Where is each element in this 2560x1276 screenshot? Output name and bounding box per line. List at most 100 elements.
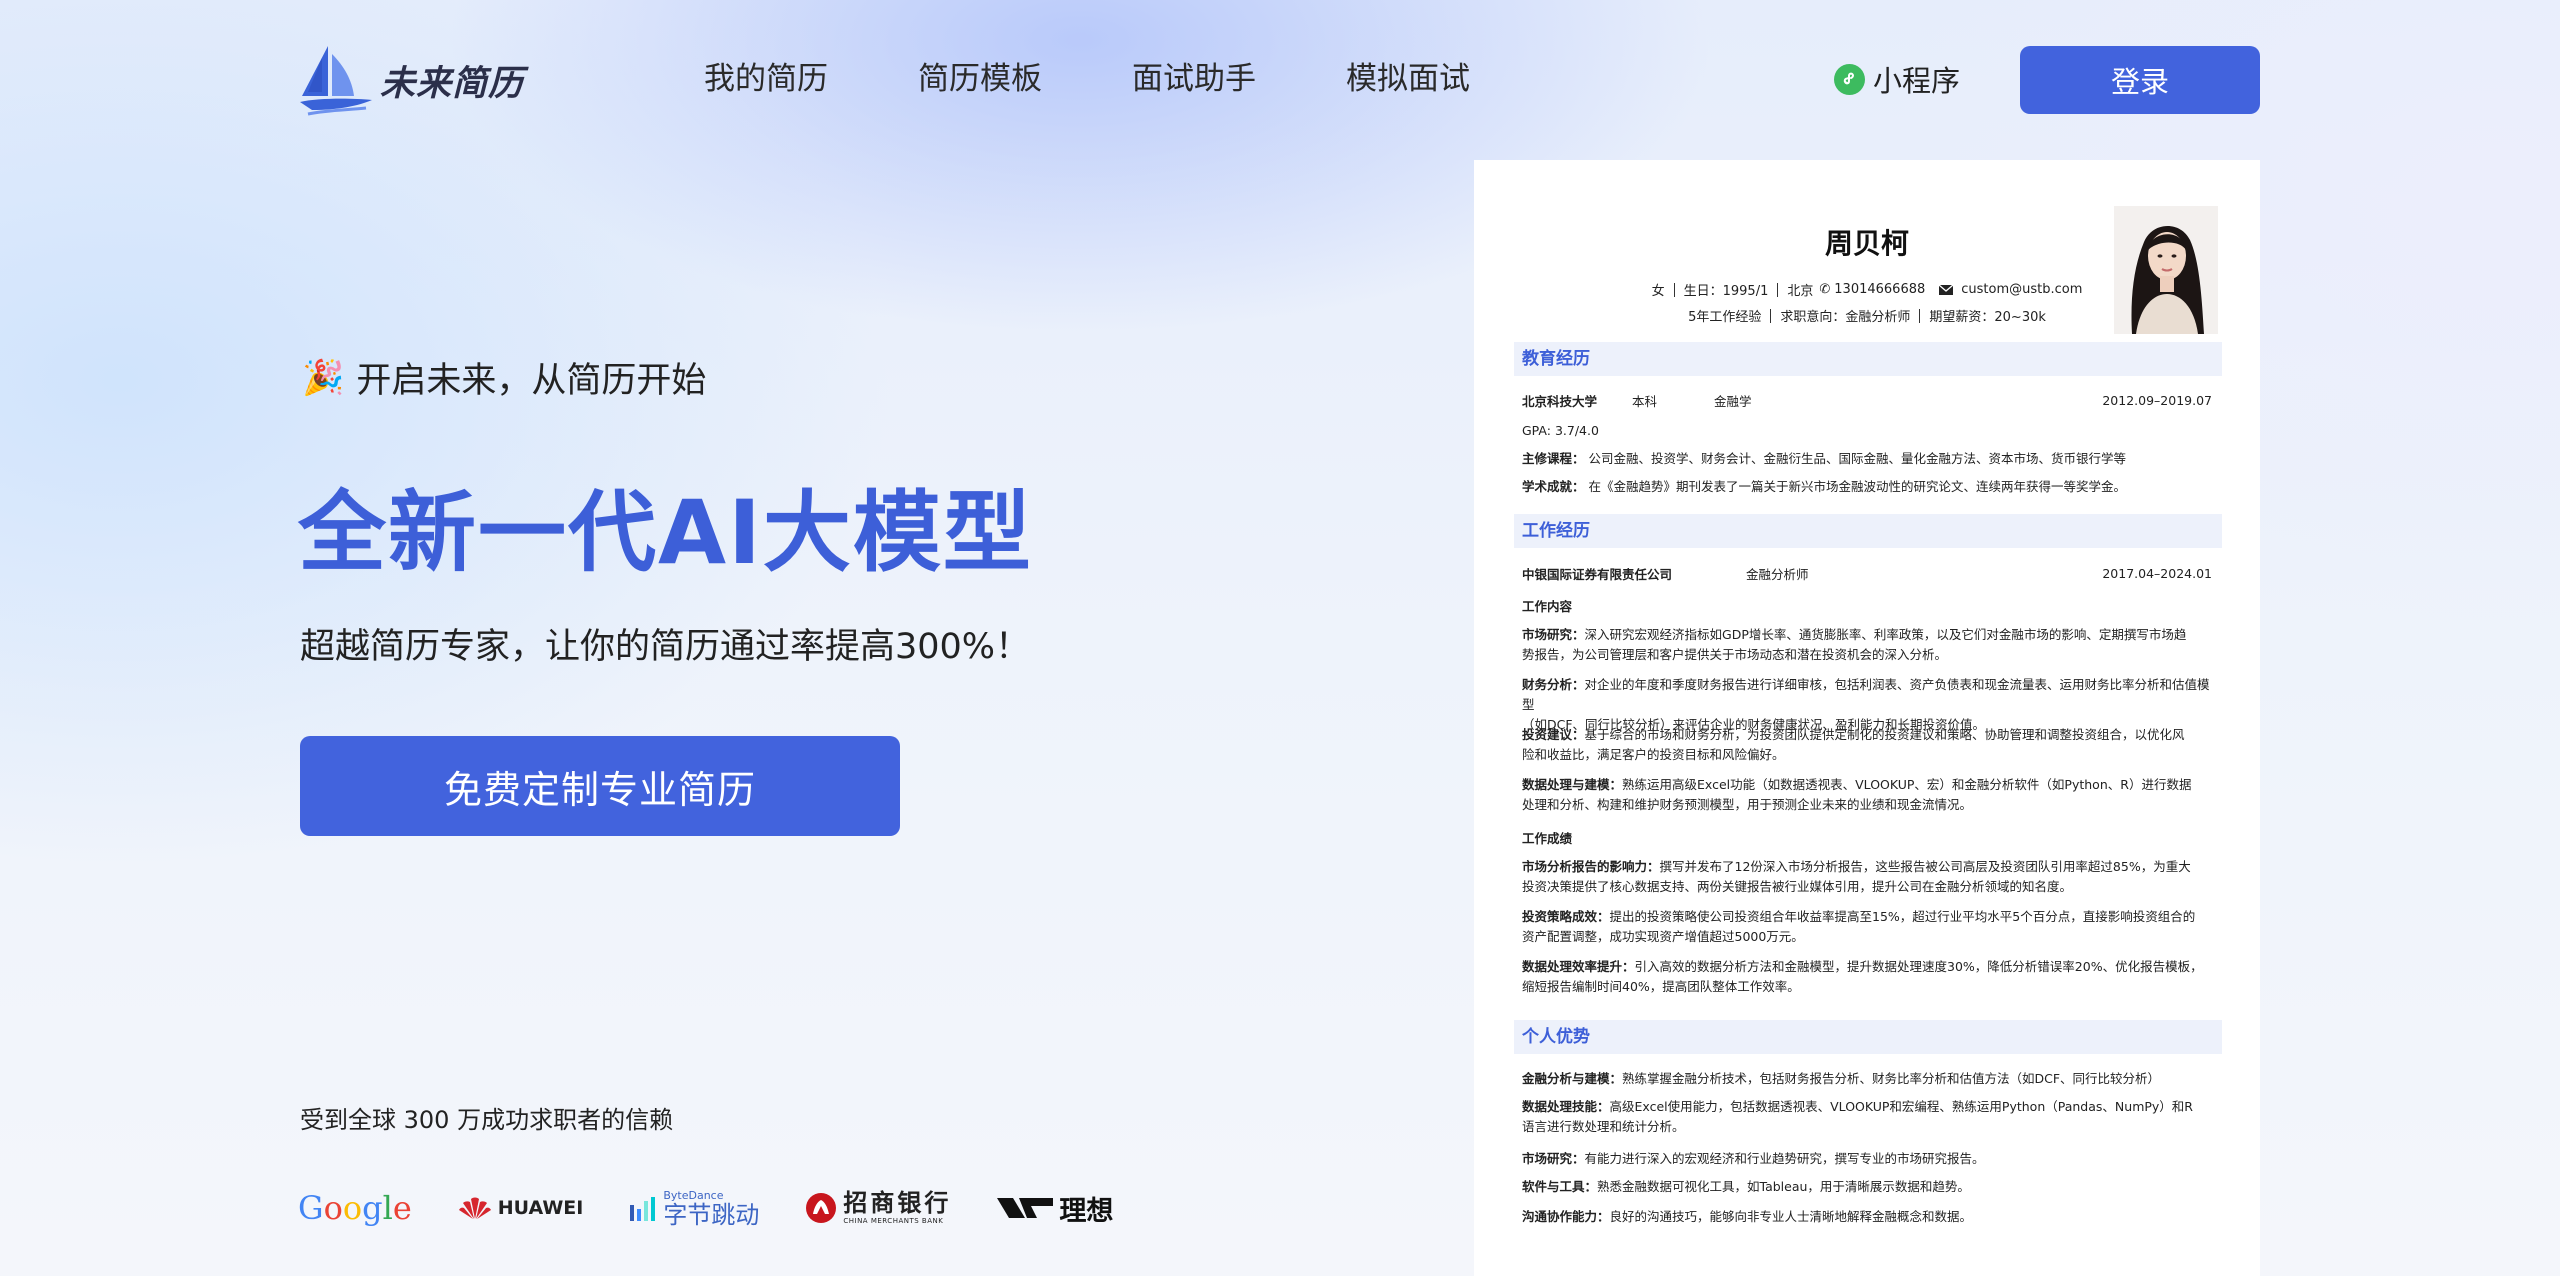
google-letter: e <box>392 1189 412 1227</box>
awards-label: 学术成就： <box>1522 479 1585 494</box>
lixiang-text: 理想 <box>1059 1195 1114 1227</box>
strength-label: 沟通协作能力： <box>1522 1209 1610 1224</box>
results-title-text: 工作成绩 <box>1522 831 1573 846</box>
nav-mock-interview[interactable]: 模拟面试 <box>1346 58 1470 100</box>
work-result-label: 市场分析报告的影响力： <box>1522 859 1660 874</box>
create-resume-button[interactable]: 免费定制专业简历 <box>300 736 900 836</box>
huawei-flower-icon <box>458 1197 491 1219</box>
bytedance-bars-icon <box>630 1197 656 1221</box>
hero-subline: 超越简历专家，让你的简历通过率提高300%！ <box>300 627 1031 667</box>
work-result-text: 提出的投资策略使公司投资组合年收益率提高至15%，超过行业平均水平5个百分点，直… <box>1609 909 2196 924</box>
cmb-emblem-icon <box>806 1193 837 1223</box>
work-item-text: 处理和分析、构建和维护财务预测模型，用于预测企业未来的业绩和现金流情况。 <box>1522 797 1973 812</box>
resume-email: custom@ustb.com <box>1961 282 2083 297</box>
partner-logos: Google HUAWEI ByteDance 字节跳动 招商银行 CHINA … <box>298 1184 1159 1232</box>
edu-school: 北京科技大学 <box>1522 394 1598 409</box>
mini-program-icon <box>1834 63 1865 95</box>
google-letter: l <box>382 1189 393 1227</box>
strength-text: 熟悉金融数据可视化工具，如Tableau，用于清晰展示数据和趋势。 <box>1597 1179 1970 1194</box>
mini-program-label: 小程序 <box>1873 64 1961 98</box>
nav-resume-templates[interactable]: 简历模板 <box>918 58 1042 100</box>
work-result-label: 投资策略成效： <box>1522 909 1610 924</box>
gpa-label: GPA: <box>1522 423 1551 438</box>
strength-item: 市场研究：有能力进行深入的宏观经济和行业趋势研究，撰写专业的市场研究报告。 <box>1522 1149 2214 1169</box>
google-letter: G <box>298 1189 324 1227</box>
google-logo: Google <box>298 1189 412 1227</box>
brand-name: 未来简历 <box>380 63 525 104</box>
work-item-text: 势报告，为公司管理层和客户提供关于市场动态和潜在投资机会的深入分析。 <box>1522 647 1948 662</box>
resume-phone: 13014666688 <box>1834 282 1926 297</box>
nav-interview-assistant[interactable]: 面试助手 <box>1132 58 1256 100</box>
resume-preview-card: 周贝柯 女 生日：1995/1 北京 ✆ 13014666688 custom@… <box>1474 160 2260 1276</box>
strength-text: 良好的沟通技巧，能够向非专业人士清晰地解释金融概念和数据。 <box>1609 1209 1973 1224</box>
courses-value: 公司金融、投资学、财务会计、金融衍生品、国际金融、量化金融方法、资本市场、货币银… <box>1588 451 2127 466</box>
work-result-text: 引入高效的数据分析方法和金融模型，提升数据处理速度30%，降低分析错误率20%、… <box>1634 959 2203 974</box>
mini-program-link[interactable]: 小程序 <box>1834 58 1960 100</box>
bytedance-cn-text: 字节跳动 <box>663 1200 760 1229</box>
work-result-text: 投资决策提供了核心数据支持、两份关键报告被行业媒体引用，提升公司在金融分析领域的… <box>1522 879 2073 894</box>
main-nav: 我的简历 简历模板 面试助手 模拟面试 <box>704 58 1560 100</box>
party-popper-icon: 🎉 <box>302 357 345 398</box>
resume-experience: 5年工作经验 <box>1688 310 1762 325</box>
work-result: 数据处理效率提升：引入高效的数据分析方法和金融模型，提升数据处理速度30%，降低… <box>1522 957 2214 997</box>
work-item-text: 基于综合的市场和财务分析，为投资团队提供定制化的投资建议和策略、协助管理和调整投… <box>1584 727 2185 742</box>
work-role: 金融分析师 <box>1746 567 1809 582</box>
portrait-image <box>2114 206 2218 334</box>
edu-courses-row: 主修课程： 公司金融、投资学、财务会计、金融衍生品、国际金融、量化金融方法、资本… <box>1522 449 2214 469</box>
work-item-label: 财务分析： <box>1522 677 1585 692</box>
strength-text: 语言进行数处理和统计分析。 <box>1522 1119 1685 1134</box>
work-company: 中银国际证券有限责任公司 <box>1522 567 1673 582</box>
strength-label: 数据处理技能： <box>1522 1099 1610 1114</box>
huawei-logo: HUAWEI <box>458 1195 584 1221</box>
login-button[interactable]: 登录 <box>2020 46 2260 114</box>
work-result-label: 数据处理效率提升： <box>1522 959 1635 974</box>
google-letter: o <box>323 1189 343 1227</box>
resume-intent: 求职意向：金融分析师 <box>1780 310 1911 325</box>
gpa-value: 3.7/4.0 <box>1554 423 1599 438</box>
sailboat-logo-icon <box>300 46 372 116</box>
cmb-cn-text: 招商银行 <box>843 1189 952 1217</box>
strength-item: 沟通协作能力：良好的沟通技巧，能够向非专业人士清晰地解释金融概念和数据。 <box>1522 1207 2214 1227</box>
work-period: 2017.04–2024.01 <box>2102 566 2212 581</box>
nav-my-resume[interactable]: 我的简历 <box>704 58 828 100</box>
work-item: 市场研究：深入研究宏观经济指标如GDP增长率、通货膨胀率、利率政策，以及它们对金… <box>1522 625 2214 665</box>
awards-value: 在《金融趋势》期刊发表了一篇关于新兴市场金融波动性的研究论文、连续两年获得一等奖… <box>1588 479 2127 494</box>
trust-statement: 受到全球 300 万成功求职者的信赖 <box>300 1106 674 1134</box>
edu-degree: 本科 <box>1632 394 1658 409</box>
strength-text: 有能力进行深入的宏观经济和行业趋势研究，撰写专业的市场研究报告。 <box>1584 1151 1985 1166</box>
courses-label: 主修课程： <box>1522 451 1585 466</box>
strength-item: 软件与工具：熟悉金融数据可视化工具，如Tableau，用于清晰展示数据和趋势。 <box>1522 1177 2214 1197</box>
strength-text: 高级Excel使用能力，包括数据透视表、VLOOKUP和宏编程、熟练运用Pyth… <box>1609 1099 2193 1114</box>
divider <box>1673 282 1675 297</box>
bytedance-logo: ByteDance 字节跳动 <box>629 1190 759 1227</box>
mail-icon <box>1939 284 1954 295</box>
work-item: 投资建议：基于综合的市场和财务分析，为投资团队提供定制化的投资建议和策略、协助管… <box>1522 725 2214 765</box>
lixiang-mark-icon <box>997 1198 1054 1218</box>
strength-label: 市场研究： <box>1522 1151 1585 1166</box>
phone-icon: ✆ <box>1819 282 1831 297</box>
edu-period: 2012.09–2019.07 <box>2102 393 2212 408</box>
google-logo-text: Google <box>298 1189 412 1227</box>
hero-tagline: 🎉 开启未来，从简历开始 <box>302 352 706 403</box>
resume-photo <box>2114 206 2218 334</box>
work-item-text: 熟练运用高级Excel功能（如数据透视表、VLOOKUP、宏）和金融分析软件（如… <box>1622 777 2192 792</box>
work-item: 数据处理与建模：熟练运用高级Excel功能（如数据透视表、VLOOKUP、宏）和… <box>1522 775 2214 815</box>
lixiang-logo: 理想 <box>997 1189 1113 1228</box>
section-work: 工作经历 <box>1514 514 2222 548</box>
work-result-text: 缩短报告编制时间40%，提高团队整体工作效率。 <box>1522 979 1800 994</box>
tagline-text: 开启未来，从简历开始 <box>356 361 707 401</box>
top-header: 未来简历 我的简历 简历模板 面试助手 模拟面试 小程序 登录 <box>0 0 2560 160</box>
work-result-text: 资产配置调整，成功实现资产增值超过5000万元。 <box>1522 929 1804 944</box>
work-item-label: 投资建议： <box>1522 727 1585 742</box>
cmb-logo: 招商银行 CHINA MERCHANTS BANK <box>805 1191 951 1225</box>
brand-logo[interactable]: 未来简历 <box>298 44 524 116</box>
divider <box>1777 282 1779 297</box>
resume-gender: 女 <box>1651 284 1665 299</box>
work-result: 市场分析报告的影响力：撰写并发布了12份深入市场分析报告，这些报告被公司高层及投… <box>1522 857 2214 897</box>
work-result: 投资策略成效：提出的投资策略使公司投资组合年收益率提高至15%，超过行业平均水平… <box>1522 907 2214 947</box>
section-strengths: 个人优势 <box>1514 1020 2222 1054</box>
work-content-title: 工作内容 <box>1522 597 2214 617</box>
resume-city: 北京 <box>1787 284 1814 299</box>
edu-major: 金融学 <box>1714 394 1752 409</box>
huawei-text: HUAWEI <box>497 1197 584 1219</box>
